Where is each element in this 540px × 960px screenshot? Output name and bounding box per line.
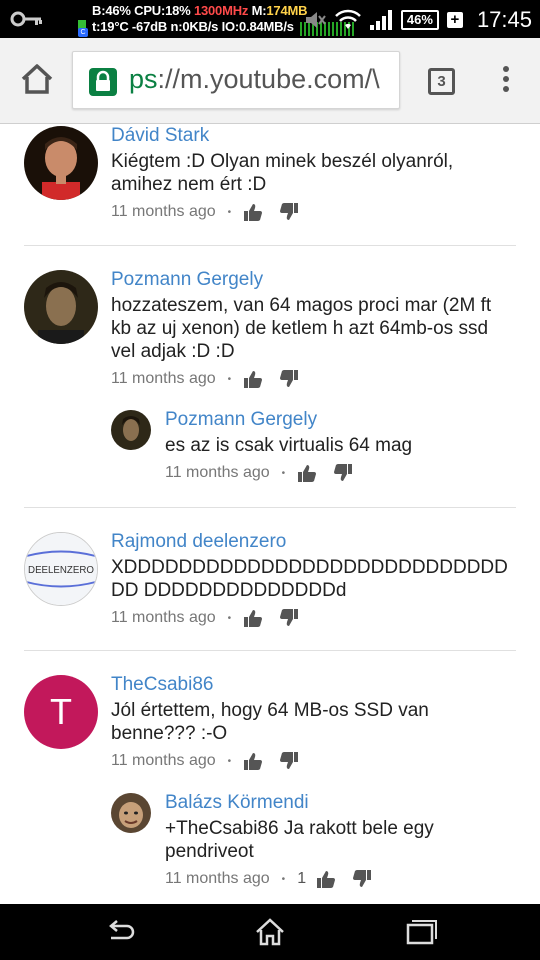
- address-bar[interactable]: ps://m.youtube.com/\: [72, 51, 400, 109]
- comment-author[interactable]: TheCsabi86: [111, 674, 213, 696]
- thumbs-down-icon[interactable]: [279, 752, 299, 770]
- separator-dot: •: [227, 612, 232, 624]
- status-icons: 46% + 17:45: [303, 6, 532, 34]
- battery-indicator: 46%: [400, 10, 439, 30]
- avatar[interactable]: [111, 410, 151, 450]
- comment-author[interactable]: Pozmann Gergely: [111, 269, 263, 291]
- comment-author[interactable]: Pozmann Gergely: [165, 409, 317, 431]
- thumbs-up-icon[interactable]: [297, 464, 317, 482]
- comment-text: hozzateszem, van 64 magos proci mar (2M …: [111, 295, 492, 362]
- charging-icon: +: [446, 12, 463, 28]
- key-icon: [10, 11, 42, 27]
- url-scheme: ps: [129, 64, 158, 94]
- thumbs-up-icon[interactable]: [316, 870, 336, 888]
- separator-dot: •: [281, 873, 286, 885]
- tab-switcher-button[interactable]: 3: [428, 68, 455, 95]
- comment-author[interactable]: Rajmond deelenzero: [111, 531, 286, 553]
- thumbs-down-icon[interactable]: [279, 203, 299, 221]
- thumbs-down-icon[interactable]: [333, 464, 353, 482]
- thumbs-down-icon[interactable]: [352, 870, 372, 888]
- cell-signal-icon: [369, 10, 392, 30]
- stats-line-2: t:19°C -67dB n:0KB/s IO:0.84MB/s: [92, 19, 294, 34]
- comment-meta: 11 months ago • 1: [165, 870, 372, 888]
- avatar[interactable]: [111, 793, 151, 833]
- thumbs-down-icon[interactable]: [279, 370, 299, 388]
- stats-memory: 174MB: [266, 3, 308, 18]
- divider: [24, 245, 516, 246]
- lock-icon: [89, 68, 117, 96]
- comment-meta: 11 months ago •: [111, 203, 299, 221]
- comment-text: es az is csak virtualis 64 mag: [165, 435, 413, 456]
- comment-text: Kiégtem :D Olyan minek beszél olyanról, …: [111, 151, 454, 195]
- comment-meta: 11 months ago •: [111, 752, 299, 770]
- mute-icon: [305, 12, 326, 28]
- comment-meta: 11 months ago •: [165, 464, 353, 482]
- comment-author[interactable]: Balázs Körmendi: [165, 792, 309, 814]
- comment-text: Jól értettem, hogy 64 MB-os SSD van benn…: [111, 700, 429, 744]
- comment-author[interactable]: Dávid Stark: [111, 125, 209, 147]
- comment-time: 11 months ago: [111, 609, 216, 626]
- wifi-icon: [335, 9, 361, 29]
- comment-text: +TheCsabi86 Ja rakott bele egy pendriveo…: [165, 818, 434, 862]
- clock: 17:45: [476, 7, 532, 32]
- url-text: ps://m.youtube.com/\: [129, 64, 380, 95]
- back-icon[interactable]: [103, 916, 137, 948]
- comment-time: 11 months ago: [111, 203, 216, 220]
- thumbs-up-icon[interactable]: [243, 752, 263, 770]
- avatar[interactable]: [24, 270, 98, 344]
- thumbs-down-icon[interactable]: [279, 609, 299, 627]
- separator-dot: •: [281, 467, 286, 479]
- avatar-text: DEELENZERO: [28, 565, 94, 576]
- comment-text: XDDDDDDDDDDDDDDDDDDDDDDDDDDDDDD DDDDDDDD…: [111, 557, 508, 601]
- home-icon[interactable]: [18, 60, 56, 98]
- thumbs-up-icon[interactable]: [243, 370, 263, 388]
- thumbs-up-icon[interactable]: [243, 609, 263, 627]
- comment-meta: 11 months ago •: [111, 370, 299, 388]
- comment-time: 11 months ago: [165, 870, 270, 887]
- separator-dot: •: [227, 755, 232, 767]
- status-bar: C B:46% CPU:18% 1300MHz M:174MB t:19°C -…: [0, 0, 540, 38]
- comment-time: 11 months ago: [111, 752, 216, 769]
- comment-time: 11 months ago: [165, 464, 270, 481]
- system-nav-bar: [0, 904, 540, 960]
- stats-mem-label: M:: [248, 3, 267, 18]
- divider: [24, 507, 516, 508]
- avatar-letter[interactable]: T: [24, 675, 98, 749]
- stats-battery-cpu: B:46% CPU:18%: [92, 3, 194, 18]
- avatar[interactable]: [24, 126, 98, 200]
- system-stats: B:46% CPU:18% 1300MHz M:174MB t:19°C -67…: [92, 3, 308, 35]
- separator-dot: •: [227, 373, 232, 385]
- overflow-menu-icon[interactable]: [500, 66, 512, 96]
- separator-dot: •: [227, 206, 232, 218]
- comment-list[interactable]: Dávid Stark Kiégtem :D Olyan minek beszé…: [0, 124, 540, 904]
- like-count: 1: [297, 870, 307, 887]
- comment-meta: 11 months ago •: [111, 609, 299, 627]
- recent-apps-icon[interactable]: [403, 916, 437, 948]
- divider: [24, 650, 516, 651]
- avatar[interactable]: DEELENZERO: [24, 532, 98, 606]
- url-host: ://m.youtube.com/\: [157, 64, 380, 94]
- home-nav-icon[interactable]: [253, 916, 287, 948]
- browser-toolbar: ps://m.youtube.com/\ 3: [0, 38, 540, 124]
- c-badge-icon: C: [78, 28, 88, 37]
- stats-frequency: 1300MHz: [193, 3, 249, 18]
- thumbs-up-icon[interactable]: [243, 203, 263, 221]
- comment-time: 11 months ago: [111, 370, 216, 387]
